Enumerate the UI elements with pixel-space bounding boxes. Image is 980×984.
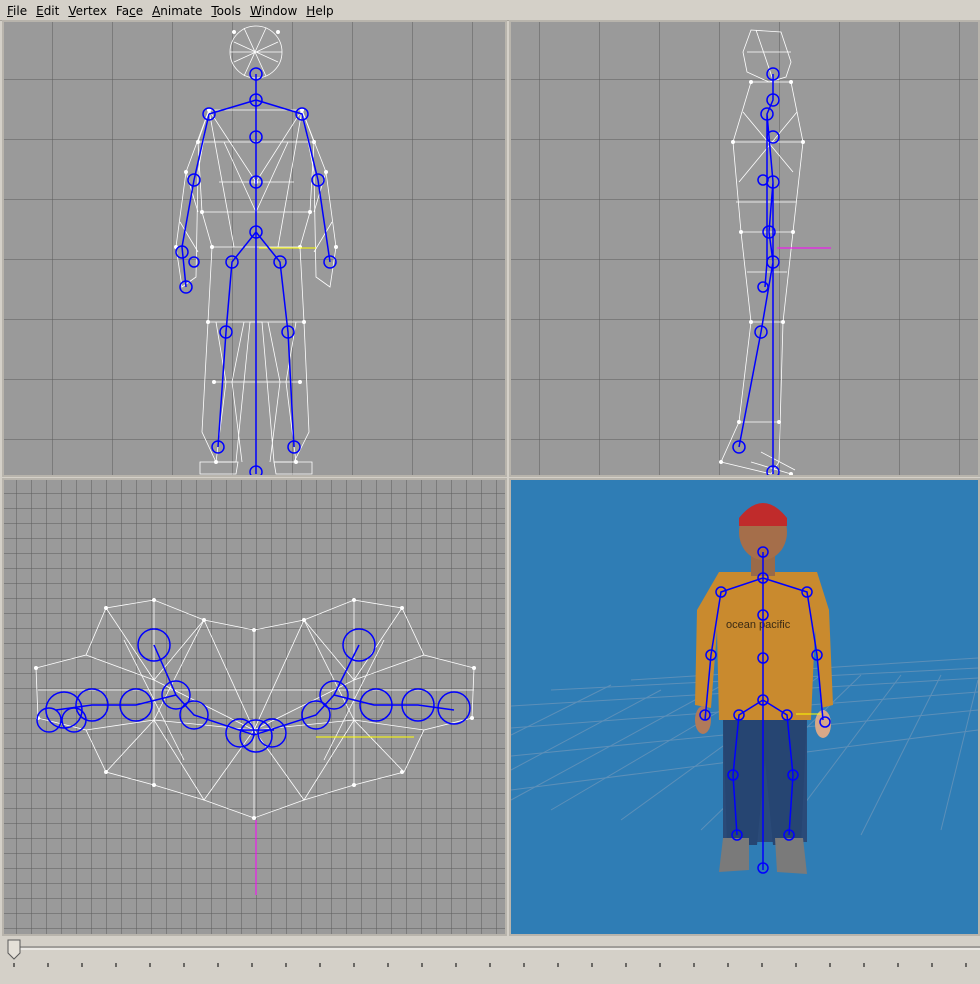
perspective-viewport[interactable]: ocean pacific	[509, 478, 980, 936]
side-viewport-canvas[interactable]	[511, 22, 978, 475]
perspective-viewport-canvas[interactable]: ocean pacific	[511, 480, 978, 934]
top-viewport[interactable]	[2, 478, 507, 936]
timeline-slider-handle[interactable]	[7, 939, 21, 960]
front-viewport[interactable]	[2, 20, 507, 477]
front-viewport-canvas[interactable]	[4, 22, 505, 475]
menu-tools[interactable]: Tools	[207, 0, 245, 21]
side-viewport[interactable]	[509, 20, 980, 477]
menu-window[interactable]: Window	[246, 0, 301, 21]
menu-face[interactable]: Face	[112, 0, 147, 21]
animation-timeline[interactable]	[0, 937, 980, 980]
menu-bar: File Edit Vertex Face Animate Tools Wind…	[0, 0, 980, 21]
menu-vertex[interactable]: Vertex	[64, 0, 111, 21]
timeline-ticks	[13, 963, 967, 967]
menu-help[interactable]: Help	[302, 0, 337, 21]
menu-edit[interactable]: Edit	[32, 0, 63, 21]
menu-animate[interactable]: Animate	[148, 0, 206, 21]
timeline-canvas[interactable]	[0, 937, 980, 980]
top-viewport-canvas[interactable]	[4, 480, 505, 934]
shirt-print: ocean pacific	[726, 619, 791, 631]
menu-file[interactable]: File	[3, 0, 31, 21]
